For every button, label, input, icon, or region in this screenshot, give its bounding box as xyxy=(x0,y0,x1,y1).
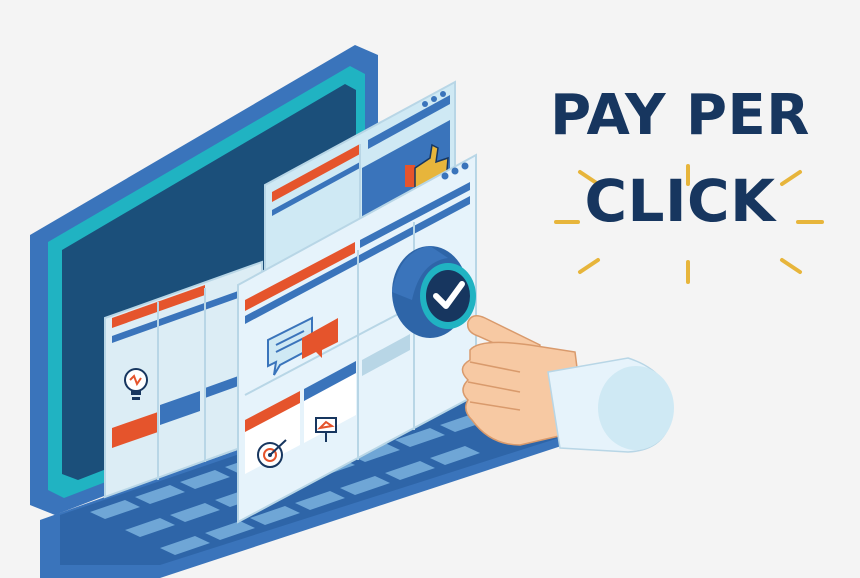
headline-line-1: PAY PER xyxy=(550,83,810,148)
headline-line-2: CLICK xyxy=(584,167,776,235)
headline: PAY PER CLICK xyxy=(520,83,840,235)
pointing-hand-icon xyxy=(461,315,674,453)
pay-per-click-illustration: PAY PER CLICK xyxy=(0,0,860,578)
